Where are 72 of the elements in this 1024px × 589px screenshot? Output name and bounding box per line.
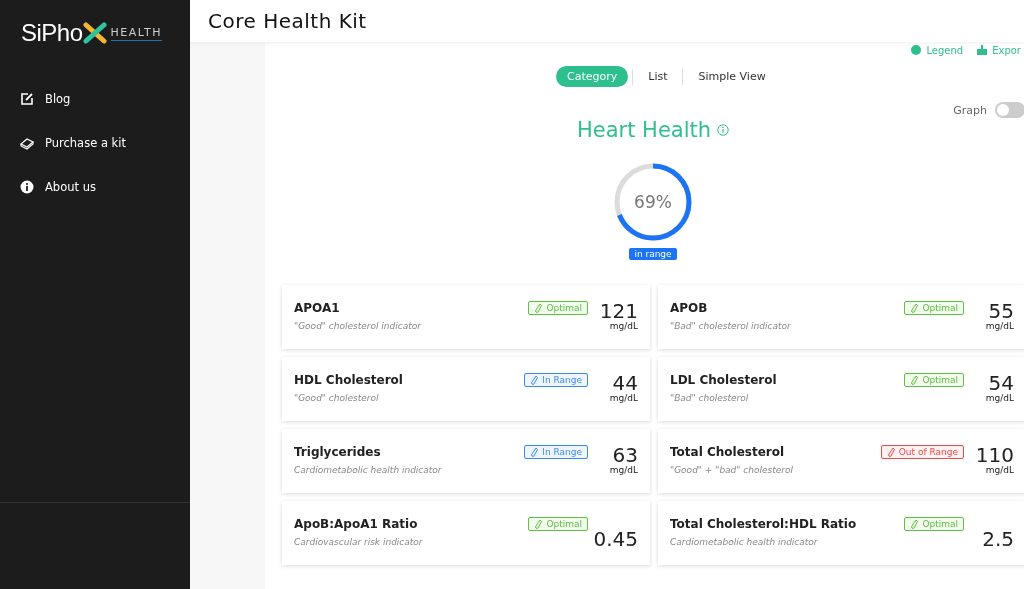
- unit-label: mg/dL: [609, 321, 638, 331]
- marker-card[interactable]: ApoB:ApoA1 Ratio Cardiovascular risk indicator Optimal 0.45: [282, 501, 650, 565]
- marker-value: 55: [988, 301, 1014, 321]
- logo-subtitle: HEALTH: [110, 25, 162, 41]
- marker-description: "Good" cholesterol: [294, 393, 380, 403]
- range-badge: in range: [629, 248, 677, 260]
- marker-value: 0.45: [593, 529, 638, 549]
- marker-description: "Bad" cholesterol indicator: [670, 321, 792, 331]
- nav-link[interactable]: Blog: [0, 89, 190, 109]
- marker-value: 54: [988, 373, 1014, 393]
- marker-name: HDL Cholesterol: [294, 373, 404, 387]
- marker-name: Total Cholesterol:HDL Ratio: [670, 517, 858, 531]
- marker-card[interactable]: APOB "Bad" cholesterol indicator Optimal 55 mg/dL: [658, 285, 1024, 349]
- marker-name: LDL Cholesterol: [670, 373, 778, 387]
- test-tube-icon: [534, 303, 543, 313]
- test-tube-icon: [910, 519, 919, 529]
- status-badge: In Range: [524, 445, 588, 459]
- test-tube-icon: [886, 447, 895, 457]
- nav-link[interactable]: Purchase a kit: [0, 133, 190, 153]
- marker-description: "Bad" cholesterol: [670, 393, 750, 403]
- status-badge: Optimal: [904, 373, 964, 387]
- marker-description: Cardiometabolic health indicator: [670, 537, 819, 547]
- marker-card[interactable]: Total Cholesterol "Good" + "bad" cholesterol Out of Range 110 mg/dL: [658, 429, 1024, 493]
- unit-label: mg/dL: [985, 393, 1014, 403]
- edit-icon: [20, 92, 34, 106]
- view-tab[interactable]: List: [637, 66, 679, 87]
- logo-text: SiPho: [21, 19, 83, 47]
- category-title: Heart Health: [577, 118, 712, 142]
- marker-description: "Good" cholesterol indicator: [294, 321, 423, 331]
- unit-label: mg/dL: [985, 465, 1014, 475]
- marker-card[interactable]: APOA1 "Good" cholesterol indicator Optimal 121 mg/dL: [282, 285, 650, 349]
- marker-description: "Good" + "bad" cholesterol: [670, 465, 794, 475]
- marker-description: Cardiometabolic health indicator: [294, 465, 443, 475]
- marker-name: ApoB:ApoA1 Ratio: [294, 517, 419, 531]
- marker-card[interactable]: LDL Cholesterol "Bad" cholesterol Optimal 54 mg/dL: [658, 357, 1024, 421]
- unit-label: mg/dL: [985, 321, 1014, 331]
- marker-value: 121: [599, 301, 638, 321]
- marker-value: 63: [612, 445, 638, 465]
- marker-card[interactable]: HDL Cholesterol "Good" cholesterol In Range 44 mg/dL: [282, 357, 650, 421]
- logo-icon: [82, 22, 107, 44]
- status-badge: In Range: [524, 373, 588, 387]
- status-badge: Optimal: [528, 301, 588, 315]
- status-badge: Optimal: [904, 517, 964, 531]
- graph-toggle[interactable]: [995, 102, 1024, 118]
- marker-name: Triglycerides: [294, 445, 382, 459]
- graph-label: Graph: [953, 103, 987, 117]
- marker-value: 44: [612, 373, 638, 393]
- test-tube-icon: [910, 303, 919, 313]
- tag-icon: [20, 136, 34, 150]
- marker-value: 110: [975, 445, 1014, 465]
- score-percent: 69%: [634, 192, 672, 212]
- page-title: Core Health Kit: [208, 9, 367, 33]
- status-badge: Optimal: [528, 517, 588, 531]
- unit-label: mg/dL: [609, 465, 638, 475]
- marker-value: 2.5: [982, 529, 1014, 549]
- marker-name: APOA1: [294, 301, 341, 315]
- marker-card[interactable]: Total Cholesterol:HDL Ratio Cardiometabolic health indicator Optimal 2.5: [658, 501, 1024, 565]
- marker-name: Total Cholesterol: [670, 445, 786, 459]
- view-tab[interactable]: Simple View: [687, 66, 777, 87]
- info-icon: [20, 180, 34, 194]
- unit-label: mg/dL: [609, 393, 638, 403]
- test-tube-icon: [530, 375, 539, 385]
- nav-link[interactable]: About us: [0, 177, 190, 197]
- marker-card[interactable]: Triglycerides Cardiometabolic health indicator In Range 63 mg/dL: [282, 429, 650, 493]
- marker-name: APOB: [670, 301, 709, 315]
- status-badge: Out of Range: [880, 445, 964, 459]
- status-badge: Optimal: [904, 301, 964, 315]
- test-tube-icon: [534, 519, 543, 529]
- test-tube-icon: [910, 375, 919, 385]
- test-tube-icon: [530, 447, 539, 457]
- info-icon[interactable]: [717, 124, 730, 136]
- marker-description: Cardiovascular risk indicator: [294, 537, 424, 547]
